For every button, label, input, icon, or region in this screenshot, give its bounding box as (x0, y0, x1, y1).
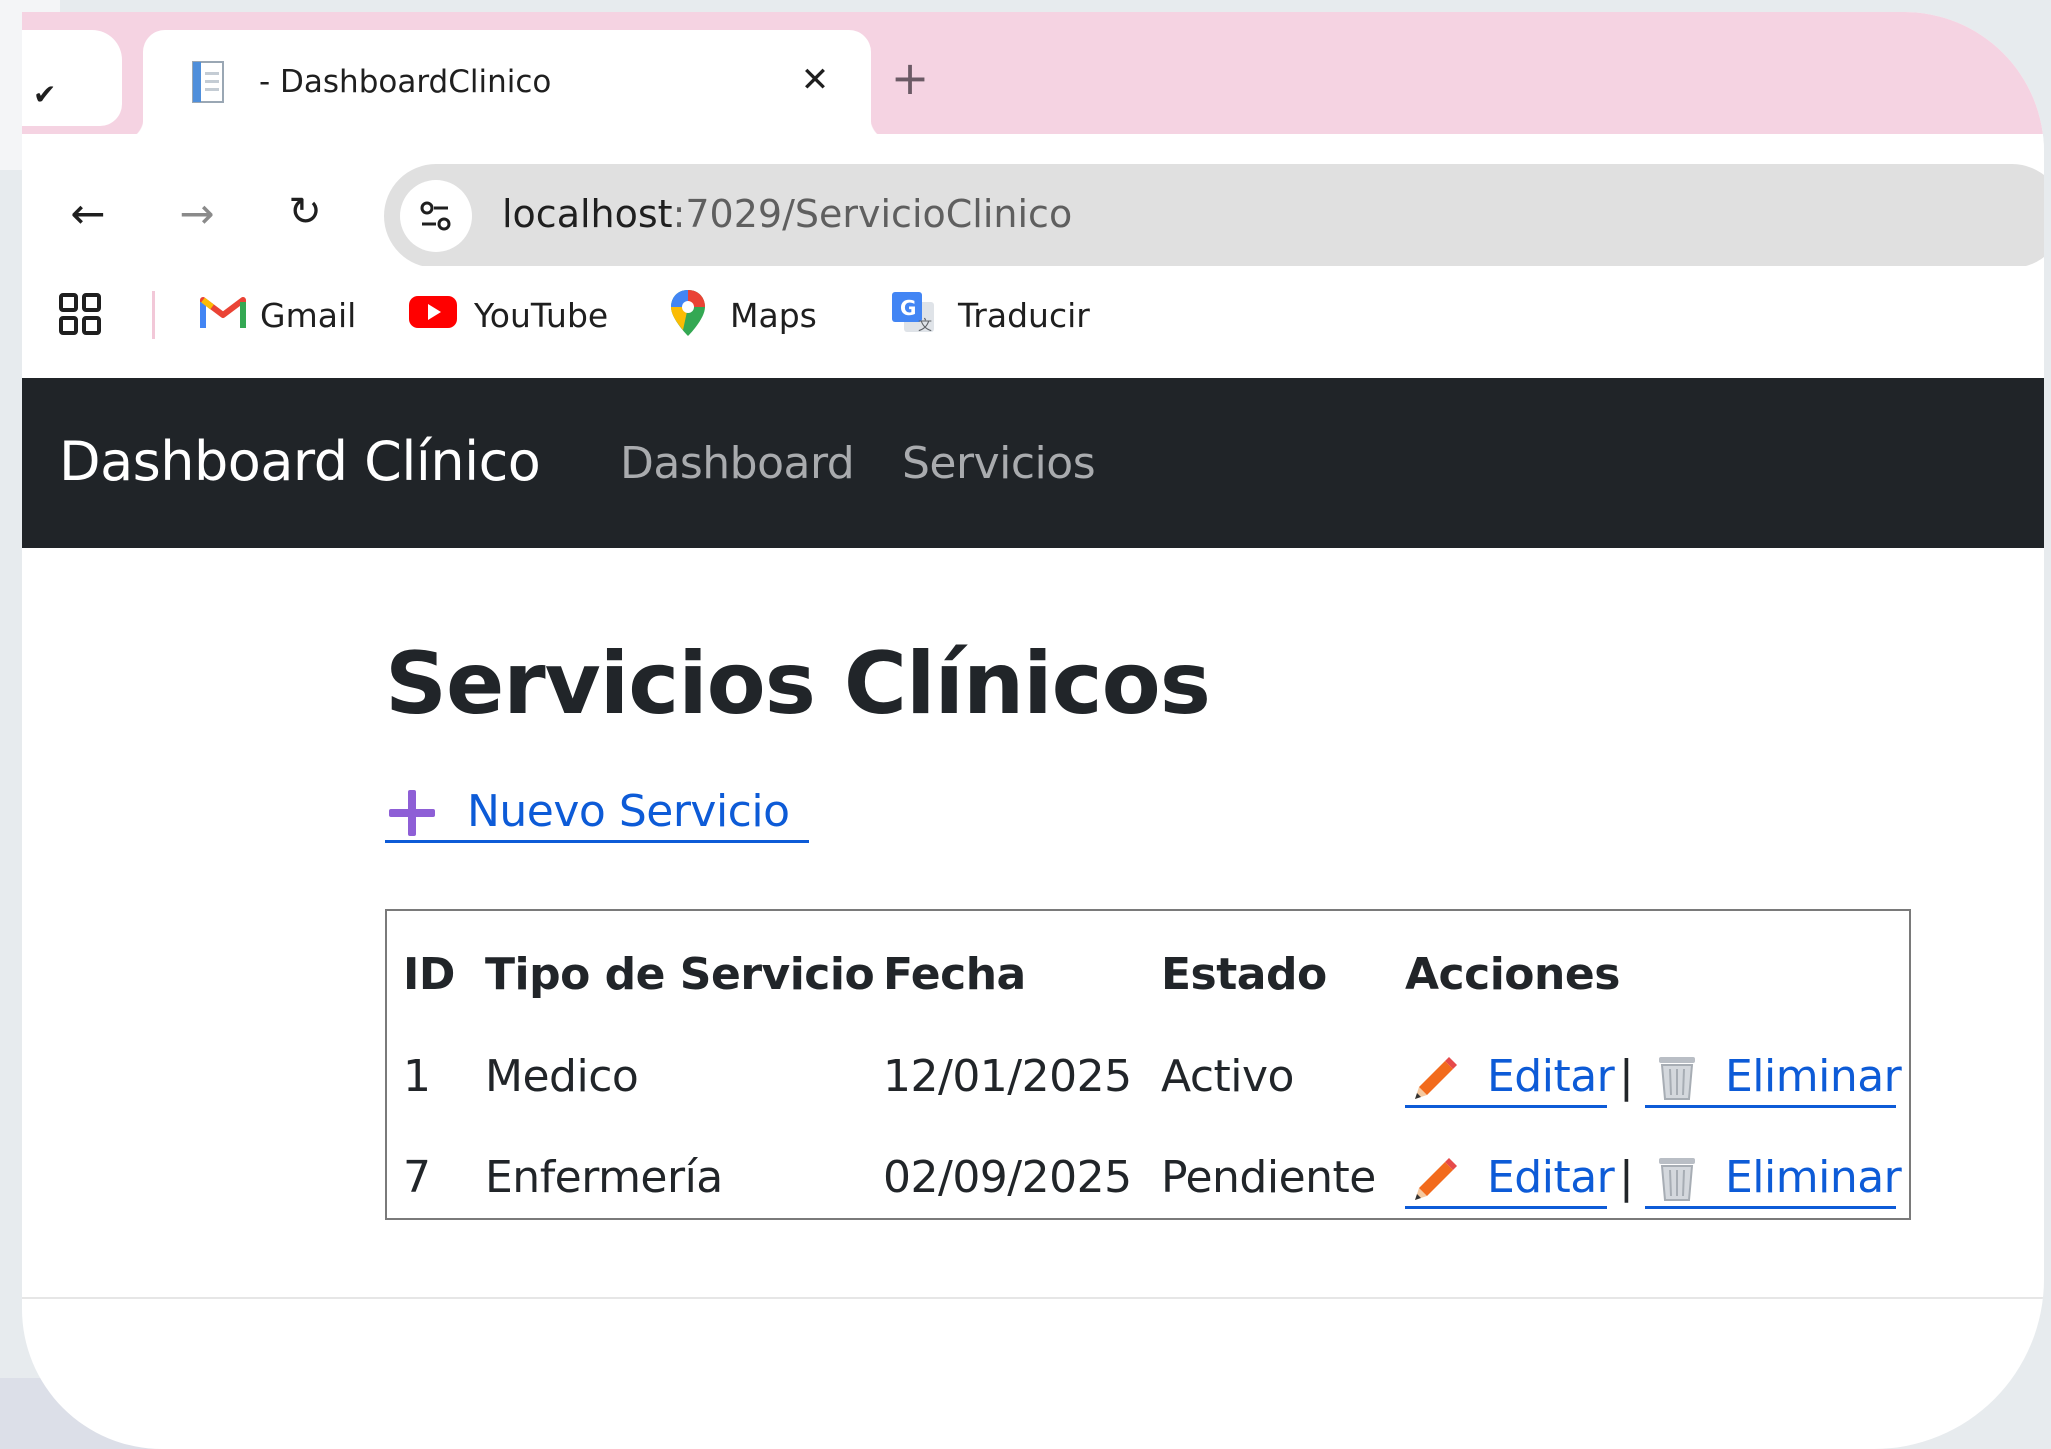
bookmark-gmail[interactable]: Gmail (200, 284, 380, 344)
tune-icon (420, 201, 451, 231)
url-text[interactable]: localhost:7029/ServicioClinico (502, 192, 1072, 236)
page-title: Servicios Clínicos (385, 634, 1211, 734)
bookmark-maps[interactable]: Maps (668, 284, 848, 344)
edit-label: Editar (1487, 1152, 1615, 1203)
table-row: 7 Enfermería 02/09/2025 Pendiente Editar… (387, 911, 1909, 1218)
link-underline (1405, 1206, 1607, 1209)
cell-estado: Pendiente (1161, 1152, 1376, 1203)
delete-label: Eliminar (1725, 1152, 1902, 1203)
pencil-icon (1415, 1158, 1457, 1200)
bookmark-youtube[interactable]: YouTube (408, 284, 638, 344)
maps-icon (671, 290, 705, 336)
youtube-icon (409, 296, 457, 328)
tab-title: - DashboardClinico (259, 64, 552, 100)
bookmark-label: Gmail (260, 296, 357, 335)
nav-link-dashboard[interactable]: Dashboard (620, 438, 855, 489)
bookmark-label: Maps (730, 296, 817, 335)
browser-window: ✔ - DashboardClinico ✕ + ← → ↻ localhost… (22, 12, 2044, 1449)
translate-icon: G 文 (892, 292, 934, 334)
browser-toolbar: ← → ↻ localhost:7029/ServicioClinico (22, 134, 2044, 268)
nav-link-servicios[interactable]: Servicios (902, 438, 1096, 489)
bookmark-traducir[interactable]: G 文 Traducir (890, 284, 1110, 344)
new-service-label: Nuevo Servicio (467, 786, 790, 837)
new-tab-button[interactable]: + (886, 54, 934, 102)
cell-tipo: Enfermería (485, 1152, 723, 1203)
cell-id: 7 (403, 1152, 431, 1203)
services-table: ID Tipo de Servicio Fecha Estado Accione… (385, 909, 1911, 1220)
apps-grid-icon[interactable] (58, 292, 102, 336)
url-host: localhost (502, 192, 673, 236)
trash-icon (1659, 1158, 1695, 1201)
new-service-link[interactable]: Nuevo Servicio (385, 782, 809, 843)
navbar-brand[interactable]: Dashboard Clínico (59, 430, 541, 493)
back-arrow-icon[interactable]: ← (58, 184, 118, 244)
site-info-button[interactable] (400, 180, 472, 252)
svg-text:文: 文 (918, 318, 932, 334)
tab-previous[interactable]: ✔ (22, 30, 122, 126)
footer-divider (22, 1297, 2044, 1299)
reload-icon[interactable]: ↻ (275, 182, 335, 242)
bookmark-label: YouTube (474, 296, 609, 335)
check-icon: ✔ (33, 78, 57, 111)
bookmarks-divider (152, 291, 155, 339)
bookmark-label: Traducir (958, 296, 1090, 335)
actions-separator: | (1619, 1152, 1634, 1203)
link-underline (1645, 1206, 1896, 1209)
forward-arrow-icon[interactable]: → (167, 184, 227, 244)
svg-text:G: G (900, 296, 916, 320)
plus-icon (389, 790, 435, 836)
close-icon[interactable]: ✕ (791, 56, 839, 104)
tab-strip: ✔ - DashboardClinico ✕ + (22, 12, 2044, 140)
bookmarks-bar: Gmail YouTube Maps G 文 Traducir (22, 266, 2044, 366)
address-bar[interactable]: localhost:7029/ServicioClinico (384, 164, 2044, 268)
document-icon (192, 61, 224, 103)
url-path: :7029/ServicioClinico (672, 192, 1073, 236)
app-navbar: Dashboard Clínico Dashboard Servicios (22, 378, 2044, 548)
edit-link[interactable]: Editar (1405, 1152, 1615, 1210)
gmail-icon (200, 297, 246, 328)
tab-active[interactable]: - DashboardClinico ✕ (121, 30, 893, 140)
link-underline (385, 840, 809, 843)
delete-link[interactable]: Eliminar (1645, 1152, 1902, 1210)
cell-fecha: 02/09/2025 (883, 1152, 1132, 1203)
